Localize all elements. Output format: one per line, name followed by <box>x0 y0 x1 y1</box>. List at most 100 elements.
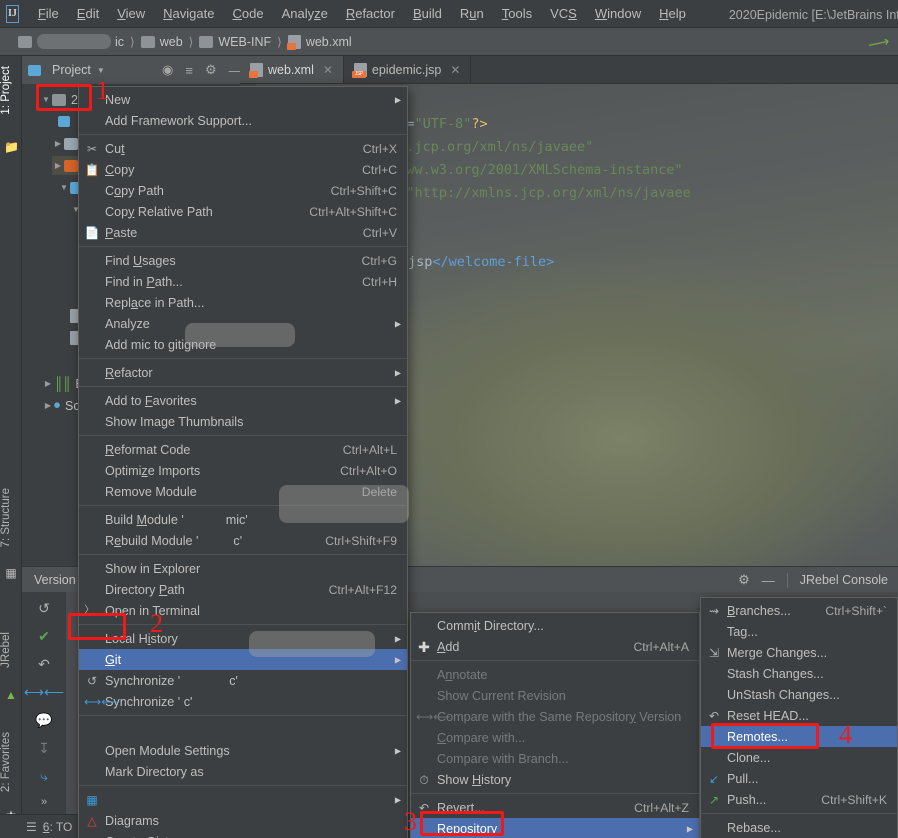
menu-item-new[interactable]: New ▶ <box>79 89 407 110</box>
status-item-todo[interactable]: 6: TO <box>43 820 73 834</box>
tree-expander-child4-icon[interactable]: ▼ <box>58 183 70 192</box>
menu-item-repository[interactable]: Repository ▶ <box>411 818 699 838</box>
menu-item-commit-directory[interactable]: Commit Directory... <box>411 615 699 636</box>
settings-gear-icon[interactable]: ⚙ <box>205 62 217 78</box>
menu-item-find-in-path[interactable]: Find in Path... Ctrl+H <box>79 271 407 292</box>
menu-edit[interactable]: Edit <box>68 2 108 25</box>
menu-file[interactable]: File <box>29 2 68 25</box>
collapse-all-icon[interactable]: ≡ <box>185 63 193 78</box>
minimize-icon[interactable]: — <box>762 573 775 588</box>
menu-item-find-usages[interactable]: Find Usages Ctrl+G <box>79 250 407 271</box>
menu-navigate[interactable]: Navigate <box>154 2 223 25</box>
menu-item-push[interactable]: ↗ Push... Ctrl+Shift+K <box>701 789 897 810</box>
menu-item-tag[interactable]: Tag... <box>701 621 897 642</box>
breadcrumb-item-webxml[interactable]: web.xml <box>286 34 352 50</box>
check-icon[interactable]: ✔ <box>38 628 50 645</box>
collapse-icon[interactable]: ⟷⟵ <box>24 684 64 701</box>
chevron-down-icon[interactable]: ▼ <box>97 66 105 75</box>
menu-item-create-gist-github[interactable]: ● Create Gist... <box>79 831 407 838</box>
revert-icon[interactable]: ↶ <box>38 656 50 673</box>
menu-item-diagrams[interactable]: ▦ ▶ <box>79 789 407 810</box>
menu-refactor[interactable]: Refactor <box>337 2 404 25</box>
menu-item-remove-module[interactable]: Remove Module Delete <box>79 481 407 502</box>
jrebel-console-tab[interactable]: JRebel Console <box>800 573 888 587</box>
tree-expander-child2-icon[interactable]: ▶ <box>52 139 64 148</box>
gear-icon[interactable]: ⚙ <box>738 572 750 588</box>
menu-item-synchronize[interactable]: ↺ Synchronize ' c' <box>79 670 407 691</box>
menu-item-analyze[interactable]: Analyze ▶ <box>79 313 407 334</box>
breadcrumb-item-project[interactable]: ic <box>18 34 124 49</box>
breadcrumb-item-webinf[interactable]: WEB-INF <box>199 35 271 49</box>
menu-view[interactable]: View <box>108 2 154 25</box>
editor-tab-epidemicjsp[interactable]: JSP epidemic.jsp ✕ <box>344 56 472 83</box>
editor-tab-webxml[interactable]: web.xml ✕ <box>240 56 344 83</box>
menu-item-revert[interactable]: ↶ Revert... Ctrl+Alt+Z <box>411 797 699 818</box>
menu-tools[interactable]: Tools <box>493 2 541 25</box>
sidebar-tab-project[interactable]: 1: Project <box>0 62 22 119</box>
menu-vcs[interactable]: VCS <box>541 2 586 25</box>
menu-item-rebase[interactable]: Rebase... <box>701 817 897 838</box>
menu-item-clone[interactable]: Clone... <box>701 747 897 768</box>
menu-item-open-module-settings[interactable] <box>79 719 407 740</box>
menu-item-branches[interactable]: ⇝ Branches... Ctrl+Shift+` <box>701 600 897 621</box>
locate-icon[interactable]: ◉ <box>162 62 173 78</box>
menu-item-paste[interactable]: 📄 Paste Ctrl+V <box>79 222 407 243</box>
menu-item-show-history[interactable]: ⏱ Show History <box>411 769 699 790</box>
menu-run[interactable]: Run <box>451 2 493 25</box>
menu-item-reset-head[interactable]: ↶ Reset HEAD... <box>701 705 897 726</box>
menu-item-pull[interactable]: ↙ Pull... <box>701 768 897 789</box>
menu-item-compare-with[interactable]: ⟷⟵ Synchronize ' c' <box>79 691 407 712</box>
tree-expander-icon[interactable]: ▼ <box>40 95 52 104</box>
menu-code[interactable]: Code <box>223 2 272 25</box>
menu-item-build-module[interactable]: Build Module ' mic' <box>79 509 407 530</box>
menu-item-show-image-thumbnails[interactable]: Show Image Thumbnails <box>79 411 407 432</box>
sidebar-tab-structure[interactable]: 7: Structure <box>0 484 22 551</box>
repository-submenu[interactable]: ⇝ Branches... Ctrl+Shift+` Tag... ⇲ Merg… <box>700 597 898 838</box>
close-icon[interactable]: ✕ <box>323 63 333 77</box>
menu-item-unstash-changes[interactable]: UnStash Changes... <box>701 684 897 705</box>
more-icon[interactable]: » <box>41 796 47 808</box>
menu-item-git-add[interactable]: ✚ Add Ctrl+Alt+A <box>411 636 699 657</box>
menu-item-stash-changes[interactable]: Stash Changes... <box>701 663 897 684</box>
sidebar-tab-favorites[interactable]: 2: Favorites <box>0 728 22 796</box>
menu-item-git[interactable]: Git ▶ <box>79 649 407 670</box>
tree-row-child-1[interactable] <box>58 112 75 131</box>
close-icon-jsp[interactable]: ✕ <box>450 63 460 77</box>
project-context-menu[interactable]: New ▶ Add Framework Support... ✂ Cut Ctr… <box>78 86 409 838</box>
menu-item-copy-path[interactable]: Copy Path Ctrl+Shift+C <box>79 180 407 201</box>
menu-help[interactable]: Help <box>650 2 695 25</box>
menu-item-cut[interactable]: ✂ Cut Ctrl+X <box>79 138 407 159</box>
shelve-icon[interactable]: ⤷ <box>40 768 48 785</box>
menu-item-local-history[interactable]: Local History ▶ <box>79 628 407 649</box>
menu-item-copy-relative-path[interactable]: Copy Relative Path Ctrl+Alt+Shift+C <box>79 201 407 222</box>
comment-icon[interactable]: 💬 <box>35 712 52 729</box>
menu-item-remotes[interactable]: Remotes... <box>701 726 897 747</box>
menu-item-copy[interactable]: 📋 Copy Ctrl+C <box>79 159 407 180</box>
menu-item-reformat-code[interactable]: Reformat Code Ctrl+Alt+L <box>79 439 407 460</box>
menu-item-replace-in-path[interactable]: Replace in Path... <box>79 292 407 313</box>
tree-expander-ext-icon[interactable]: ▶ <box>42 379 54 388</box>
menu-item-refactor[interactable]: Refactor ▶ <box>79 362 407 383</box>
refresh-icon[interactable]: ↺ <box>38 600 50 617</box>
menu-item-merge-changes[interactable]: ⇲ Merge Changes... <box>701 642 897 663</box>
git-submenu[interactable]: Commit Directory... ✚ Add Ctrl+Alt+A Ann… <box>410 612 700 838</box>
menu-item-mark-directory-as[interactable]: Open Module Settings ▶ <box>79 740 407 761</box>
menu-item-add-framework-support[interactable]: Add Framework Support... <box>79 110 407 131</box>
menu-item-directory-path[interactable]: Directory Path Ctrl+Alt+F12 <box>79 579 407 600</box>
menu-item-add-to-favorites[interactable]: Add to Favorites ▶ <box>79 390 407 411</box>
sidebar-tab-jrebel[interactable]: JRebel <box>0 628 22 672</box>
menu-build[interactable]: Build <box>404 2 451 25</box>
tree-expander-child3-icon[interactable]: ▶ <box>52 161 64 170</box>
menu-item-create-gist-gitlab[interactable]: △ Diagrams <box>79 810 407 831</box>
menu-analyze[interactable]: Analyze <box>273 2 337 25</box>
menu-item-remove-bom[interactable]: Mark Directory as <box>79 761 407 782</box>
menu-item-open-in-terminal[interactable]: 〉_ Open in Terminal <box>79 600 407 621</box>
tree-row-scratches[interactable]: ▶ ⏺ Sc <box>42 396 80 415</box>
menu-item-add-to-gitignore[interactable]: Add mic to gitignore <box>79 334 407 355</box>
breadcrumb-item-web[interactable]: web <box>140 35 183 49</box>
menu-window[interactable]: Window <box>586 2 650 25</box>
tree-expander-scratch-icon[interactable]: ▶ <box>42 401 54 410</box>
menu-item-show-in-explorer[interactable]: Show in Explorer <box>79 558 407 579</box>
menu-item-rebuild-module[interactable]: Rebuild Module ' c' Ctrl+Shift+F9 <box>79 530 407 551</box>
menu-item-optimize-imports[interactable]: Optimize Imports Ctrl+Alt+O <box>79 460 407 481</box>
